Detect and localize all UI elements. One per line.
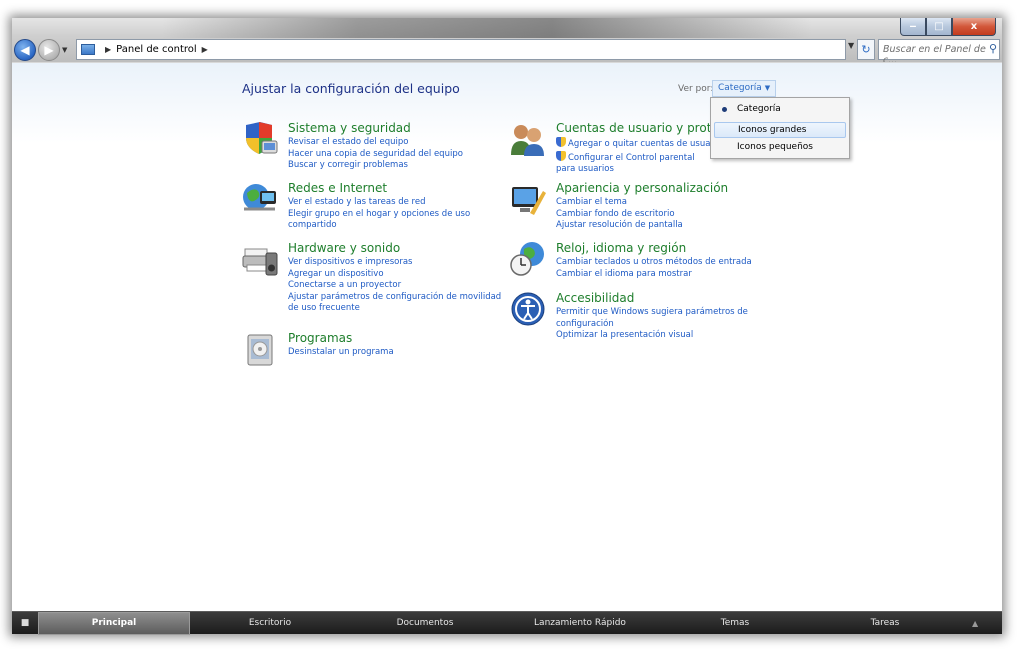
category-links: Desinstalar un programa <box>288 347 513 359</box>
category-links: Permitir que Windows sugiera parámetros … <box>556 307 781 342</box>
link[interactable]: Buscar y corregir problemas <box>288 160 513 172</box>
minimize-button[interactable]: ‒ <box>900 18 926 36</box>
printer-speaker-icon <box>242 248 278 276</box>
link[interactable]: Cambiar fondo de escritorio <box>556 209 781 221</box>
control-panel-window: ‒ □ x ◀ ▶ ▼ ▶ Panel de control ▶ ▼ ↻ Bus… <box>12 18 1002 634</box>
link[interactable]: Cambiar teclados u otros métodos de entr… <box>556 257 781 269</box>
link[interactable]: Conectarse a un proyector <box>288 280 513 292</box>
taskbar: ■ Principal Escritorio Documentos Lanzam… <box>12 611 1002 635</box>
link[interactable]: Agregar un dispositivo <box>288 269 513 281</box>
link[interactable]: Optimizar la presentación visual <box>556 330 781 342</box>
menu-item-categoria[interactable]: Categoría <box>714 102 846 118</box>
taskbar-item-temas[interactable]: Temas <box>660 612 810 635</box>
category-heading[interactable]: Apariencia y personalización <box>556 181 728 195</box>
category-links: Ver dispositivos e impresoras Agregar un… <box>288 257 513 315</box>
control-panel-icon <box>81 44 95 55</box>
breadcrumb-separator-icon[interactable]: ▶ <box>105 45 111 54</box>
taskbar-item-escritorio[interactable]: Escritorio <box>190 612 350 635</box>
category-heading[interactable]: Cuentas de usuario y protecc <box>556 121 732 135</box>
back-button[interactable]: ◀ <box>14 39 36 61</box>
recent-pages-dropdown-icon[interactable]: ▼ <box>62 46 67 54</box>
chevron-down-icon: ▼ <box>764 84 771 92</box>
title-bar[interactable]: ‒ □ x ◀ ▶ ▼ ▶ Panel de control ▶ ▼ ↻ Bus… <box>12 18 1002 66</box>
view-by-value: Categoría <box>718 83 762 93</box>
taskbar-item-principal[interactable]: Principal <box>38 611 190 635</box>
selected-bullet-icon <box>722 107 727 112</box>
address-bar[interactable]: ▶ Panel de control ▶ <box>76 39 846 60</box>
menu-item-label: Iconos grandes <box>738 125 807 135</box>
link[interactable]: Ajustar parámetros de configuración de m… <box>288 292 513 315</box>
menu-item-iconos-grandes[interactable]: Iconos grandes <box>714 122 846 138</box>
category-heading[interactable]: Programas <box>288 331 352 345</box>
category-heading[interactable]: Accesibilidad <box>556 291 634 305</box>
link[interactable]: Cambiar el tema <box>556 197 781 209</box>
navigation-bar: ◀ ▶ ▼ ▶ Panel de control ▶ ▼ ↻ Buscar en… <box>12 38 1002 66</box>
clock-globe-icon <box>510 242 544 276</box>
search-input[interactable]: Buscar en el Panel de c... ⚲ <box>878 39 1000 66</box>
uac-shield-icon <box>556 150 566 161</box>
category-heading[interactable]: Sistema y seguridad <box>288 121 411 135</box>
start-button[interactable]: ■ <box>12 612 38 635</box>
search-icon[interactable]: ⚲ <box>989 42 997 55</box>
appearance-icon <box>512 187 546 215</box>
close-button[interactable]: x <box>952 18 996 36</box>
link[interactable]: Hacer una copia de seguridad del equipo <box>288 149 513 161</box>
category-links: Cambiar teclados u otros métodos de entr… <box>556 257 781 280</box>
link[interactable]: Cambiar el idioma para mostrar <box>556 269 781 281</box>
forward-button[interactable]: ▶ <box>38 39 60 61</box>
link[interactable]: Ajustar resolución de pantalla <box>556 220 781 232</box>
category-heading[interactable]: Reloj, idioma y región <box>556 241 686 255</box>
link[interactable]: Ver el estado y las tareas de red <box>288 197 513 209</box>
view-by-label: Ver por: <box>678 84 714 94</box>
network-globe-icon <box>243 184 276 211</box>
menu-item-iconos-pequenos[interactable]: Iconos pequeños <box>714 140 846 156</box>
maximize-button[interactable]: □ <box>926 18 952 36</box>
programs-box-icon <box>247 334 273 366</box>
page-title: Ajustar la configuración del equipo <box>242 81 460 96</box>
address-dropdown-icon[interactable]: ▼ <box>848 41 854 50</box>
category-links: Revisar el estado del equipo Hacer una c… <box>288 137 513 172</box>
link[interactable]: Permitir que Windows sugiera parámetros … <box>556 307 756 330</box>
main-content: Ajustar la configuración del equipo Ver … <box>12 62 1002 610</box>
menu-item-label: Categoría <box>737 104 781 114</box>
category-heading[interactable]: Redes e Internet <box>288 181 387 195</box>
link[interactable]: Elegir grupo en el hogar y opciones de u… <box>288 209 513 232</box>
taskbar-item-documentos[interactable]: Documentos <box>350 612 500 635</box>
refresh-button[interactable]: ↻ <box>857 39 875 60</box>
accessibility-icon <box>511 292 545 326</box>
users-icon <box>511 125 544 156</box>
taskbar-item-tareas[interactable]: Tareas <box>810 612 960 635</box>
uac-shield-icon <box>556 137 566 147</box>
window-controls: ‒ □ x <box>900 18 996 36</box>
link[interactable]: Ver dispositivos e impresoras <box>288 257 513 269</box>
category-links: Ver el estado y las tareas de red Elegir… <box>288 197 513 232</box>
link-text: Agregar o quitar cuentas de usuario <box>568 139 722 149</box>
menu-item-label: Iconos pequeños <box>737 142 813 152</box>
shield-computer-icon <box>246 122 278 154</box>
link[interactable]: Revisar el estado del equipo <box>288 137 513 149</box>
link-text: Configurar el Control parental para usua… <box>556 152 695 175</box>
breadcrumb-control-panel[interactable]: Panel de control <box>116 44 197 55</box>
view-by-dropdown-menu: Categoría Iconos grandes Iconos pequeños <box>710 97 850 159</box>
breadcrumb-separator-icon[interactable]: ▶ <box>202 45 208 54</box>
category-heading[interactable]: Hardware y sonido <box>288 241 400 255</box>
taskbar-item-lanzamiento-rapido[interactable]: Lanzamiento Rápido <box>500 612 660 635</box>
category-links: Cambiar el tema Cambiar fondo de escrito… <box>556 197 781 232</box>
link[interactable]: Desinstalar un programa <box>288 347 513 359</box>
link[interactable]: Configurar el Control parental para usua… <box>556 150 706 176</box>
tray-expand-icon[interactable]: ▲ <box>972 619 978 628</box>
view-by-select[interactable]: Categoría ▼ <box>712 80 777 97</box>
